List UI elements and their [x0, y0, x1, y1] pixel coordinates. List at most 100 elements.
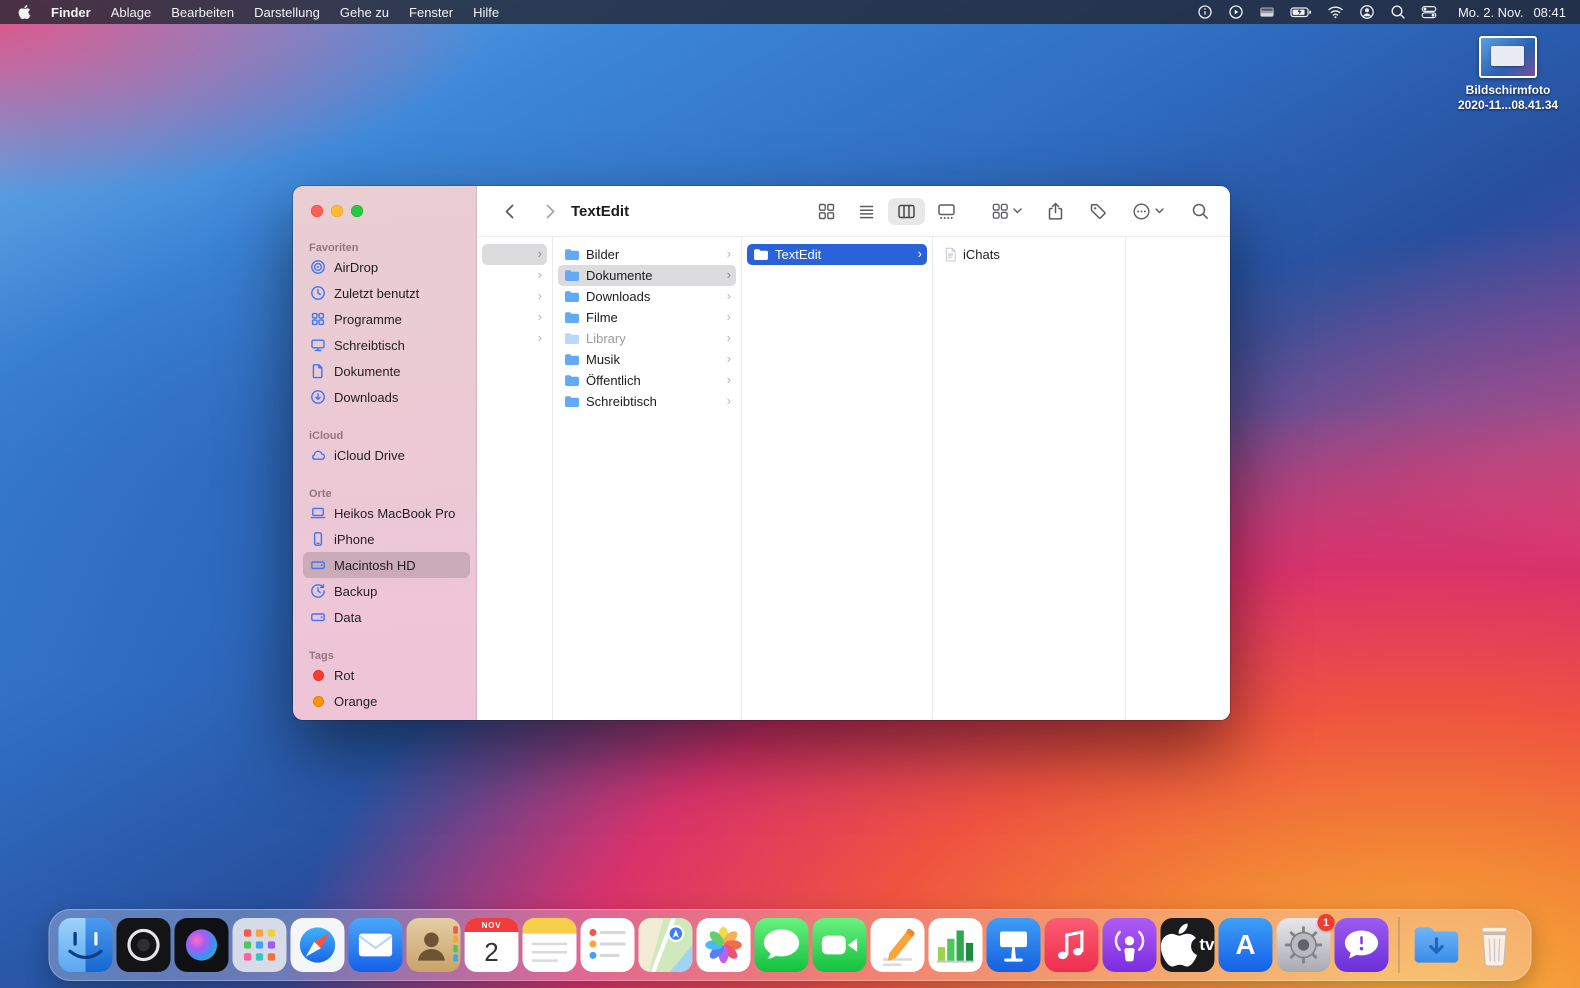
folder-row-textedit-selected[interactable]: TextEdit › [747, 244, 927, 265]
info-circle-icon[interactable] [1197, 4, 1213, 20]
forward-button[interactable] [540, 202, 559, 221]
sidebar-item-tag-rot[interactable]: Rot [303, 662, 470, 688]
wifi-icon[interactable] [1327, 5, 1344, 19]
share-button[interactable] [1046, 202, 1065, 221]
view-switcher [808, 198, 965, 225]
icon-view-button[interactable] [808, 198, 845, 225]
apple-menu[interactable] [14, 4, 41, 20]
sidebar-item-zuletzt-benutzt[interactable]: Zuletzt benutzt [303, 280, 470, 306]
folder-label: Öffentlich [586, 373, 641, 388]
sidebar-item-data[interactable]: Data [303, 604, 470, 630]
input-source-icon[interactable] [1259, 4, 1275, 20]
sidebar-item-label: Rot [334, 668, 354, 683]
music-dock-icon[interactable] [1045, 918, 1099, 972]
folder-row-filme[interactable]: Filme › [558, 307, 736, 328]
pages-dock-icon[interactable] [871, 918, 925, 972]
sidebar-item-tag-gelb[interactable]: Gelb [303, 714, 470, 720]
column1-row-highlighted[interactable]: › [482, 244, 547, 265]
sidebar-item-airdrop[interactable]: AirDrop [303, 254, 470, 280]
sidebar-item-macbook-pro[interactable]: Heikos MacBook Pro [303, 500, 470, 526]
photos-dock-icon[interactable] [697, 918, 751, 972]
back-button[interactable] [501, 202, 520, 221]
menu-bearbeiten[interactable]: Bearbeiten [161, 5, 244, 20]
notification-badge: 1 [1318, 914, 1335, 931]
siri-dock-icon[interactable] [175, 918, 229, 972]
podcasts-dock-icon[interactable] [1103, 918, 1157, 972]
menu-clock[interactable]: Mo. 2. Nov. 08:41 [1458, 5, 1566, 20]
sidebar-item-schreibtisch[interactable]: Schreibtisch [303, 332, 470, 358]
messages-dock-icon[interactable] [755, 918, 809, 972]
chevron-right-icon: › [727, 373, 731, 386]
gallery-view-button[interactable] [928, 198, 965, 225]
column1-row[interactable]: › [482, 307, 547, 328]
menu-finder[interactable]: Finder [41, 5, 101, 20]
folder-row-schreibtisch[interactable]: Schreibtisch › [558, 391, 736, 412]
column1-row[interactable]: › [482, 286, 547, 307]
menu-hilfe[interactable]: Hilfe [463, 5, 509, 20]
menu-fenster[interactable]: Fenster [399, 5, 463, 20]
facetime-dock-icon[interactable] [813, 918, 867, 972]
more-actions-button[interactable] [1132, 202, 1164, 221]
sidebar-item-label: Backup [334, 584, 377, 599]
control-center-icon[interactable] [1421, 4, 1437, 20]
sidebar-item-iphone[interactable]: iPhone [303, 526, 470, 552]
folder-row-oeffentlich[interactable]: Öffentlich › [558, 370, 736, 391]
column1-row[interactable]: › [482, 328, 547, 349]
sidebar-item-programme[interactable]: Programme [303, 306, 470, 332]
safari-dock-icon[interactable] [291, 918, 345, 972]
notes-dock-icon[interactable] [523, 918, 577, 972]
desktop-screenshot-file[interactable]: Bildschirmfoto 2020-11...08.41.34 [1447, 36, 1569, 113]
zoom-button[interactable] [351, 205, 363, 217]
sidebar-item-macintosh-hd[interactable]: Macintosh HD [303, 552, 470, 578]
screenshot-label-line2: 2020-11...08.41.34 [1458, 98, 1558, 113]
app-store-dock-icon[interactable]: A [1219, 918, 1273, 972]
group-by-button[interactable] [991, 202, 1022, 220]
column1-row[interactable]: › [482, 265, 547, 286]
folder-row-musik[interactable]: Musik › [558, 349, 736, 370]
sidebar-item-dokumente[interactable]: Dokumente [303, 358, 470, 384]
folder-row-bilder[interactable]: Bilder › [558, 244, 736, 265]
dark-lens-app-dock-icon[interactable] [117, 918, 171, 972]
battery-charging-icon[interactable] [1290, 4, 1312, 20]
trash-dock-icon[interactable] [1468, 918, 1522, 972]
numbers-dock-icon[interactable] [929, 918, 983, 972]
folder-label: Filme [586, 310, 618, 325]
list-view-button[interactable] [848, 198, 885, 225]
desktop-monitor-icon [309, 337, 327, 353]
folder-row-library[interactable]: Library › [558, 328, 736, 349]
downloads-folder-dock-icon[interactable] [1410, 918, 1464, 972]
calendar-dock-icon[interactable]: NOV 2 [465, 918, 519, 972]
reminders-dock-icon[interactable] [581, 918, 635, 972]
maps-dock-icon[interactable] [639, 918, 693, 972]
tv-dock-icon[interactable]: tv [1161, 918, 1215, 972]
folder-row-dokumente[interactable]: Dokumente › [558, 265, 736, 286]
spotlight-icon[interactable] [1390, 4, 1406, 20]
column-3: TextEdit › [742, 237, 933, 720]
sidebar-item-icloud-drive[interactable]: iCloud Drive [303, 442, 470, 468]
app-store-letter: A [1235, 929, 1255, 961]
file-row-ichats[interactable]: iChats [938, 244, 1120, 265]
finder-dock-icon[interactable] [59, 918, 113, 972]
chevron-right-icon: › [727, 394, 731, 407]
user-account-icon[interactable] [1359, 4, 1375, 20]
menu-gehe-zu[interactable]: Gehe zu [330, 5, 399, 20]
play-circle-icon[interactable] [1228, 4, 1244, 20]
contacts-dock-icon[interactable] [407, 918, 461, 972]
system-preferences-dock-icon[interactable]: 1 [1277, 918, 1331, 972]
feedback-assistant-dock-icon[interactable] [1335, 918, 1389, 972]
close-button[interactable] [311, 205, 323, 217]
sidebar-item-backup[interactable]: Backup [303, 578, 470, 604]
menu-ablage[interactable]: Ablage [101, 5, 161, 20]
sidebar-item-downloads[interactable]: Downloads [303, 384, 470, 410]
minimize-button[interactable] [331, 205, 343, 217]
column-view-button[interactable] [888, 198, 925, 225]
menu-darstellung[interactable]: Darstellung [244, 5, 330, 20]
chevron-right-icon: › [727, 352, 731, 365]
mail-dock-icon[interactable] [349, 918, 403, 972]
tag-button[interactable] [1089, 202, 1108, 221]
search-button[interactable] [1191, 202, 1210, 221]
keynote-dock-icon[interactable] [987, 918, 1041, 972]
folder-row-downloads[interactable]: Downloads › [558, 286, 736, 307]
launchpad-dock-icon[interactable] [233, 918, 287, 972]
sidebar-item-tag-orange[interactable]: Orange [303, 688, 470, 714]
